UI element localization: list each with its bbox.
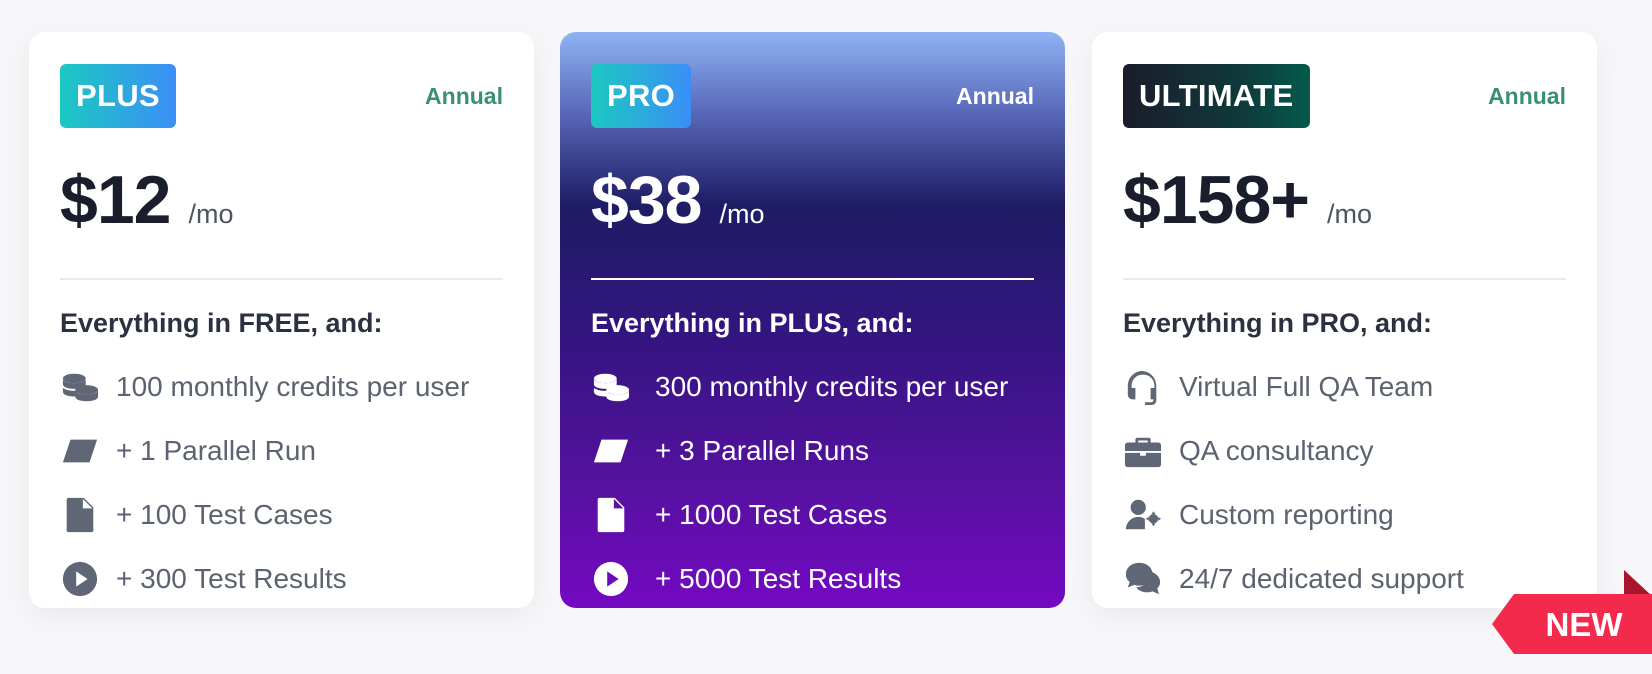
- user-gear-icon: [1123, 495, 1163, 535]
- new-ribbon: NEW: [1492, 570, 1652, 654]
- features-intro: Everything in PLUS, and:: [591, 308, 914, 338]
- feature-item: QA consultancy: [1123, 419, 1566, 483]
- price: $158+: [1123, 162, 1310, 238]
- plan-badge: PLUS: [60, 64, 176, 128]
- price-row: $158+ /mo: [1123, 161, 1566, 251]
- feature-text: 24/7 dedicated support: [1179, 563, 1464, 594]
- divider: [1123, 278, 1566, 280]
- ribbon-label: NEW: [1546, 606, 1624, 643]
- feature-item: + 300 Test Results: [60, 547, 503, 611]
- feature-text: Virtual Full QA Team: [1179, 371, 1434, 402]
- parallelogram-icon: [60, 431, 100, 471]
- coins-icon: [591, 367, 631, 407]
- plan-header: ULTIMATE Annual: [1123, 64, 1566, 128]
- play-circle-icon: [60, 559, 100, 599]
- divider: [591, 278, 1034, 280]
- feature-text: Custom reporting: [1179, 499, 1394, 530]
- price-period: /mo: [719, 199, 765, 229]
- feature-text: QA consultancy: [1179, 435, 1374, 466]
- feature-item: + 1000 Test Cases: [591, 483, 1034, 547]
- price-period: /mo: [188, 199, 234, 229]
- features-intro: Everything in PRO, and:: [1123, 308, 1433, 338]
- price-period: /mo: [1326, 199, 1372, 229]
- briefcase-icon: [1123, 431, 1163, 471]
- feature-list: 100 monthly credits per user + 1 Paralle…: [60, 355, 503, 611]
- price-row: $38 /mo: [591, 161, 1034, 251]
- plan-card-pro[interactable]: PRO Annual $38 /mo Everything in PLUS, a…: [560, 32, 1065, 608]
- feature-item: Custom reporting: [1123, 483, 1566, 547]
- features-intro: Everything in FREE, and:: [60, 308, 383, 338]
- feature-list: 300 monthly credits per user + 3 Paralle…: [591, 355, 1034, 611]
- price-row: $12 /mo: [60, 161, 503, 251]
- parallelogram-icon: [591, 431, 631, 471]
- feature-item: Virtual Full QA Team: [1123, 355, 1566, 419]
- plan-badge: ULTIMATE: [1123, 64, 1310, 128]
- headset-icon: [1123, 367, 1163, 407]
- feature-item: + 100 Test Cases: [60, 483, 503, 547]
- plan-badge: PRO: [591, 64, 692, 128]
- plan-card-ultimate[interactable]: ULTIMATE Annual $158+ /mo Everything in …: [1092, 32, 1597, 608]
- play-circle-icon: [591, 559, 631, 599]
- plan-card-plus[interactable]: PLUS Annual $12 /mo Everything in FREE, …: [29, 32, 534, 608]
- coins-icon: [60, 367, 100, 407]
- plan-header: PRO Annual: [591, 64, 1034, 128]
- feature-item: + 3 Parallel Runs: [591, 419, 1034, 483]
- feature-item: 100 monthly credits per user: [60, 355, 503, 419]
- feature-text: 100 monthly credits per user: [116, 371, 470, 402]
- billing-cycle-label: Annual: [425, 82, 503, 109]
- feature-text: + 1000 Test Cases: [655, 499, 888, 530]
- chat-bubbles-icon: [1123, 559, 1163, 599]
- price: $38: [591, 162, 702, 238]
- feature-text: + 3 Parallel Runs: [655, 435, 870, 466]
- document-icon: [60, 495, 100, 535]
- billing-cycle-label: Annual: [1488, 82, 1566, 109]
- billing-cycle-label: Annual: [956, 82, 1034, 109]
- feature-text: 300 monthly credits per user: [655, 371, 1009, 402]
- price: $12: [60, 162, 171, 238]
- feature-item: + 5000 Test Results: [591, 547, 1034, 611]
- document-icon: [591, 495, 631, 535]
- feature-text: + 1 Parallel Run: [116, 435, 317, 466]
- plan-header: PLUS Annual: [60, 64, 503, 128]
- feature-text: + 5000 Test Results: [655, 563, 902, 594]
- feature-item: + 1 Parallel Run: [60, 419, 503, 483]
- feature-text: + 100 Test Cases: [116, 499, 333, 530]
- feature-text: + 300 Test Results: [116, 563, 347, 594]
- feature-item: 300 monthly credits per user: [591, 355, 1034, 419]
- divider: [60, 278, 503, 280]
